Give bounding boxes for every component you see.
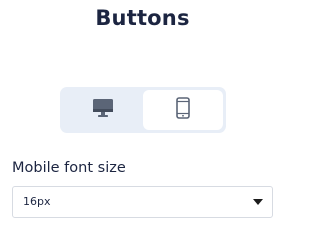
select-value: 16px (23, 195, 51, 208)
panel-title: Buttons (95, 6, 190, 30)
mobile-toggle-button[interactable] (143, 90, 223, 130)
desktop-toggle-button[interactable] (63, 90, 143, 130)
mobile-font-size-select[interactable]: 16px (12, 186, 273, 218)
buttons-settings-panel: Buttons Mobile font size 16px (0, 0, 285, 246)
device-toggle (60, 87, 226, 133)
desktop-monitor-icon (92, 98, 114, 122)
mobile-phone-icon (176, 97, 190, 123)
mobile-font-size-label: Mobile font size (12, 160, 126, 176)
chevron-down-icon (253, 199, 263, 205)
